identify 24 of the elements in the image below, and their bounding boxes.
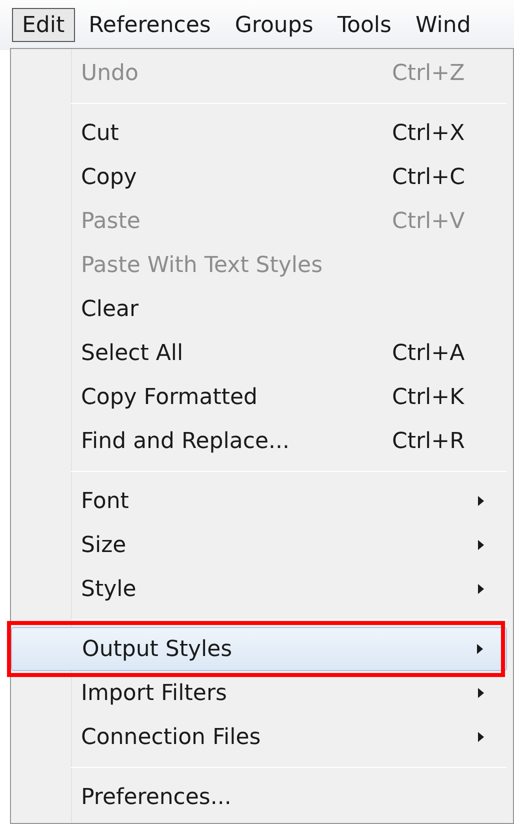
submenu-arrow-icon — [477, 583, 485, 595]
menu-item[interactable]: Size — [11, 523, 507, 567]
menu-bar-item[interactable]: Wind — [406, 8, 481, 42]
menu-item[interactable]: Select All Ctrl+A — [11, 331, 507, 375]
menu-bar-item[interactable]: Tools — [327, 8, 402, 42]
menu-bar-item[interactable]: Edit — [12, 8, 75, 42]
menu-item[interactable]: Clear — [11, 287, 507, 331]
menu-item[interactable]: Preferences... — [11, 775, 507, 819]
menu-item[interactable]: Import Filters — [11, 671, 507, 715]
menu-item[interactable]: Style — [11, 567, 507, 611]
menu-item[interactable]: Output Styles — [11, 627, 507, 671]
menu-item[interactable]: Connection Files — [11, 715, 507, 759]
menu-bar-item[interactable]: Groups — [224, 8, 324, 42]
submenu-arrow-icon — [477, 731, 485, 743]
menu-item[interactable]: Cut Ctrl+X — [11, 111, 507, 155]
submenu-arrow-icon — [476, 643, 484, 655]
menu-item[interactable]: Copy Ctrl+C — [11, 155, 507, 199]
menu-item[interactable]: Copy Formatted Ctrl+K — [11, 375, 507, 419]
submenu-arrow-icon — [477, 687, 485, 699]
submenu-arrow-icon — [477, 539, 485, 551]
submenu-arrow-icon — [477, 495, 485, 507]
menu-item[interactable]: Find and Replace... Ctrl+R — [11, 419, 507, 463]
menu-item[interactable]: Font — [11, 479, 507, 523]
menu-bar-item[interactable]: References — [78, 8, 221, 42]
